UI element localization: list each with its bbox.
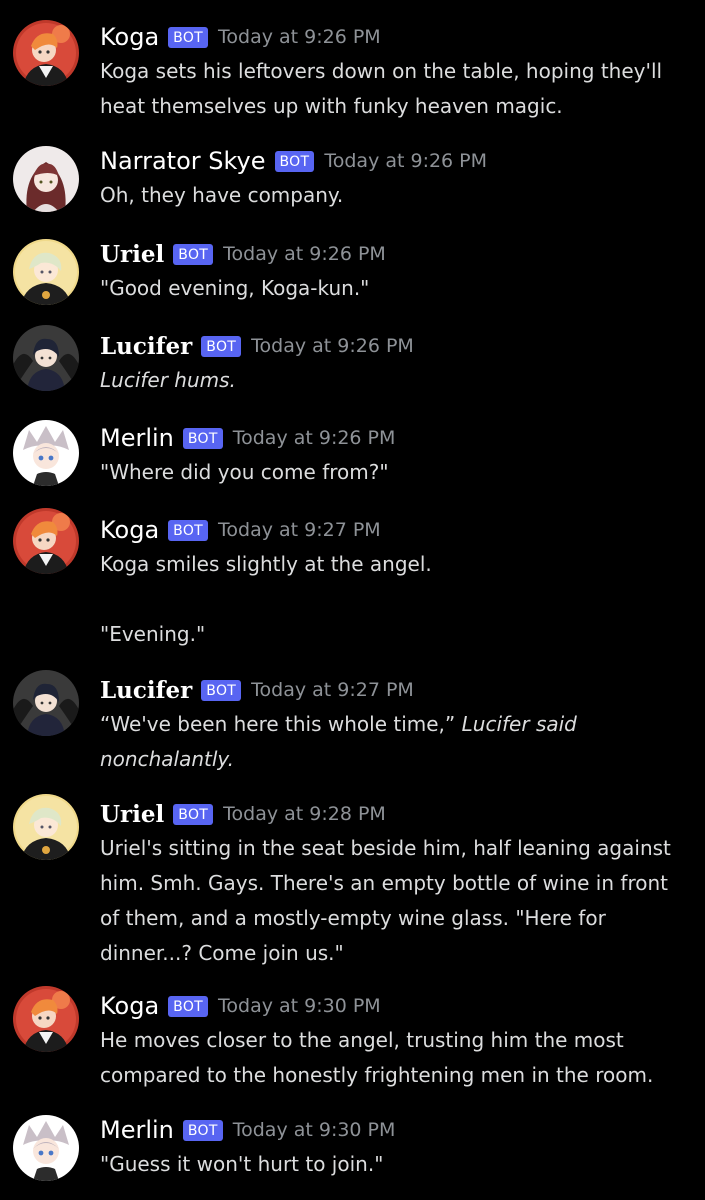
message-header: Lucifer BOT Today at 9:26 PM: [100, 328, 414, 364]
message-text: Lucifer hums.: [100, 363, 690, 398]
message-header: Koga BOT Today at 9:26 PM: [100, 19, 381, 55]
message-header: Uriel BOT Today at 9:28 PM: [100, 796, 386, 832]
timestamp[interactable]: Today at 9:26 PM: [233, 427, 396, 449]
author-name[interactable]: Koga: [100, 23, 159, 51]
koga-avatar[interactable]: [13, 508, 79, 574]
bot-badge: BOT: [274, 150, 315, 172]
lucifer-avatar[interactable]: [13, 670, 79, 736]
author-name[interactable]: Lucifer: [100, 677, 192, 704]
message-body: Oh, they have company.: [100, 178, 690, 213]
timestamp[interactable]: Today at 9:27 PM: [218, 519, 381, 541]
message-header: Merlin BOT Today at 9:26 PM: [100, 420, 395, 456]
author-name[interactable]: Koga: [100, 992, 159, 1020]
timestamp[interactable]: Today at 9:28 PM: [223, 803, 386, 825]
timestamp[interactable]: Today at 9:30 PM: [233, 1119, 396, 1141]
message-body: "Guess it won't hurt to join.": [100, 1147, 690, 1182]
bot-badge: BOT: [173, 803, 214, 825]
message-header: Koga BOT Today at 9:30 PM: [100, 988, 381, 1024]
bot-badge: BOT: [168, 519, 209, 541]
narrator-skye-avatar[interactable]: [13, 146, 79, 212]
message-body: Lucifer hums.: [100, 363, 690, 398]
author-name[interactable]: Narrator Skye: [100, 147, 266, 175]
timestamp[interactable]: Today at 9:26 PM: [251, 335, 414, 357]
message-body: He moves closer to the angel, trusting h…: [100, 1023, 690, 1093]
italic-action-text: Lucifer hums.: [100, 368, 236, 392]
message-body: "Where did you come from?": [100, 455, 690, 490]
timestamp[interactable]: Today at 9:30 PM: [218, 995, 381, 1017]
bot-badge: BOT: [201, 335, 242, 357]
bot-badge: BOT: [201, 679, 242, 701]
message-text: "Where did you come from?": [100, 460, 389, 484]
uriel-avatar[interactable]: [13, 239, 79, 305]
bot-badge: BOT: [182, 427, 223, 449]
message-body: Uriel's sitting in the seat beside him, …: [100, 831, 690, 971]
koga-avatar[interactable]: [13, 20, 79, 86]
message-text: "Guess it won't hurt to join.": [100, 1152, 384, 1176]
message-header: Lucifer BOT Today at 9:27 PM: [100, 672, 414, 708]
message-text: Koga sets his leftovers down on the tabl…: [100, 59, 663, 118]
dialogue-text: “We've been here this whole time,”: [100, 712, 456, 736]
message-text: Uriel's sitting in the seat beside him, …: [100, 836, 671, 965]
bot-badge: BOT: [182, 1119, 223, 1141]
timestamp[interactable]: Today at 9:26 PM: [218, 26, 381, 48]
message-text: Oh, they have company.: [100, 183, 344, 207]
author-name[interactable]: Merlin: [100, 424, 174, 452]
author-name[interactable]: Koga: [100, 516, 159, 544]
message-body: "Good evening, Koga-kun.": [100, 271, 690, 306]
timestamp[interactable]: Today at 9:26 PM: [324, 150, 487, 172]
author-name[interactable]: Uriel: [100, 241, 164, 268]
merlin-avatar[interactable]: [13, 420, 79, 486]
timestamp[interactable]: Today at 9:26 PM: [223, 243, 386, 265]
lucifer-avatar[interactable]: [13, 325, 79, 391]
message-body: “We've been here this whole time,” Lucif…: [100, 707, 690, 777]
message-text: He moves closer to the angel, trusting h…: [100, 1028, 654, 1087]
message-header: Merlin BOT Today at 9:30 PM: [100, 1112, 395, 1148]
message-header: Uriel BOT Today at 9:26 PM: [100, 236, 386, 272]
message-body: Koga sets his leftovers down on the tabl…: [100, 54, 690, 124]
chat-log: Koga BOT Today at 9:26 PM Koga sets his …: [0, 0, 705, 1200]
bot-badge: BOT: [168, 26, 209, 48]
author-name[interactable]: Lucifer: [100, 333, 192, 360]
message-header: Narrator Skye BOT Today at 9:26 PM: [100, 143, 487, 179]
message-text: Koga smiles slightly at the angel.: [100, 552, 432, 576]
message-text: "Evening.": [100, 622, 206, 646]
message-text: “We've been here this whole time,” Lucif…: [100, 707, 690, 777]
message-text: "Good evening, Koga-kun.": [100, 276, 370, 300]
message-body: Koga smiles slightly at the angel. "Even…: [100, 547, 690, 652]
bot-badge: BOT: [173, 243, 214, 265]
timestamp[interactable]: Today at 9:27 PM: [251, 679, 414, 701]
message-header: Koga BOT Today at 9:27 PM: [100, 512, 381, 548]
author-name[interactable]: Uriel: [100, 801, 164, 828]
bot-badge: BOT: [168, 995, 209, 1017]
koga-avatar[interactable]: [13, 986, 79, 1052]
author-name[interactable]: Merlin: [100, 1116, 174, 1144]
uriel-avatar[interactable]: [13, 794, 79, 860]
merlin-avatar[interactable]: [13, 1115, 79, 1181]
